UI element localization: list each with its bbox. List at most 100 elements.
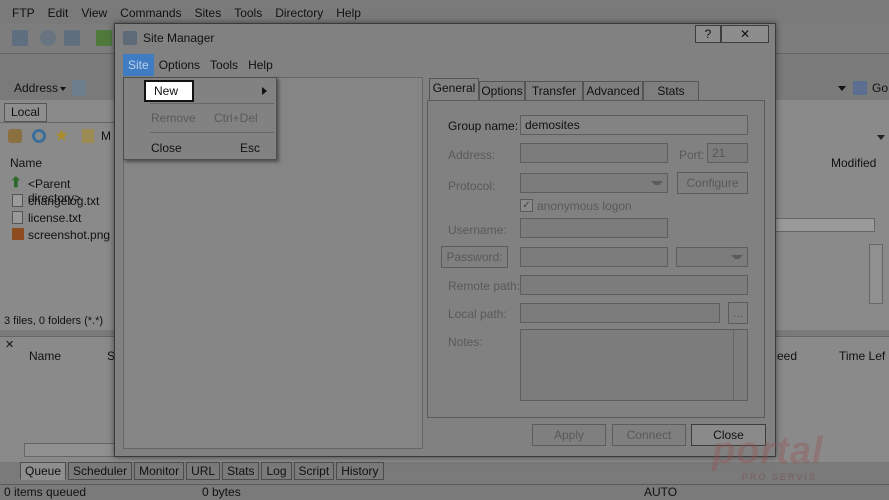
username-input[interactable] (520, 218, 668, 238)
close-window-button[interactable]: ✕ (721, 25, 769, 43)
menu-directory[interactable]: Directory (269, 3, 330, 23)
menu-item-remove[interactable]: Remove Ctrl+Del (126, 106, 274, 130)
local-path-input[interactable] (520, 303, 720, 323)
menu-help[interactable]: Help (330, 3, 368, 23)
watermark-text: portal (712, 430, 824, 472)
go-icon[interactable] (853, 81, 867, 95)
status-bar: 0 items queued 0 bytes AUTO (0, 484, 889, 500)
settings-icon[interactable] (40, 30, 56, 46)
connect-icon[interactable] (96, 30, 112, 46)
remote-combo-arrow-icon[interactable] (877, 135, 885, 140)
queue-column-name[interactable]: Name (29, 349, 61, 363)
submenu-arrow-icon (262, 87, 267, 95)
address-dropdown-icon[interactable] (60, 87, 66, 91)
tab-stats[interactable]: Stats (222, 462, 260, 480)
list-item[interactable]: changelog.txt (8, 192, 118, 209)
queue-close-icon[interactable]: ✕ (5, 338, 14, 351)
address-combo-arrow-icon[interactable] (838, 86, 846, 91)
folder-icon[interactable] (82, 129, 94, 143)
status-items-queued: 0 items queued (4, 485, 87, 499)
window-icon[interactable] (64, 30, 80, 46)
tab-options[interactable]: Options (479, 81, 525, 101)
menu-view[interactable]: View (75, 3, 114, 23)
connect-button[interactable]: Connect (612, 424, 686, 446)
tab-stats[interactable]: Stats (643, 81, 699, 101)
configure-button[interactable]: Configure (677, 172, 748, 194)
file-name: screenshot.png (28, 228, 111, 242)
address-label: Address: (448, 148, 496, 162)
tab-general[interactable]: General (429, 78, 479, 101)
protocol-select[interactable] (520, 173, 668, 193)
address-label[interactable]: Address (14, 81, 58, 95)
remote-vscrollbar[interactable] (869, 244, 883, 304)
menu-options[interactable]: Options (154, 54, 205, 76)
menu-item-close[interactable]: Close Esc (126, 136, 274, 160)
password-type-select[interactable] (676, 247, 748, 267)
menu-ftp[interactable]: FTP (0, 3, 42, 23)
notes-textarea[interactable] (520, 329, 748, 401)
tab-history[interactable]: History (336, 462, 384, 480)
menu-site[interactable]: Site (123, 54, 154, 76)
password-input[interactable] (520, 247, 668, 267)
apply-button[interactable]: Apply (532, 424, 606, 446)
text-file-icon (12, 211, 23, 224)
address-input[interactable] (520, 143, 668, 163)
remote-panel: Modified (775, 100, 889, 330)
group-name-input[interactable]: demosites (520, 115, 748, 135)
queue-column-time-left[interactable]: Time Lef (839, 349, 885, 363)
local-file-list: ⬆ <Parent directory> changelog.txt licen… (8, 174, 118, 243)
password-button[interactable]: Password: (441, 246, 508, 268)
site-manager-icon[interactable] (12, 30, 28, 46)
menu-help[interactable]: Help (243, 54, 278, 76)
chevron-down-icon (651, 181, 663, 185)
list-item[interactable]: ⬆ <Parent directory> (8, 174, 118, 205)
notes-label: Notes: (448, 335, 483, 349)
notes-scrollbar[interactable] (733, 330, 747, 400)
list-item[interactable]: license.txt (8, 209, 118, 226)
tab-script[interactable]: Script (293, 462, 335, 480)
tab-queue[interactable]: Queue (20, 462, 67, 480)
remote-column-modified[interactable]: Modified (831, 156, 876, 170)
group-name-value: demosites (525, 118, 580, 132)
local-path-short[interactable]: M (101, 129, 111, 143)
username-label: Username: (448, 223, 507, 237)
menu-sites[interactable]: Sites (189, 3, 229, 23)
menu-item-new[interactable]: New (144, 80, 194, 102)
status-bytes: 0 bytes (202, 485, 241, 499)
port-input[interactable]: 21 (707, 143, 748, 163)
local-path-label: Local path: (448, 307, 507, 321)
tab-advanced[interactable]: Advanced (583, 81, 643, 101)
remote-hscrollbar[interactable] (775, 218, 875, 232)
site-manager-icon (123, 31, 137, 45)
menu-edit[interactable]: Edit (42, 3, 76, 23)
tab-scheduler[interactable]: Scheduler (68, 462, 133, 480)
up-folder-icon[interactable] (8, 129, 22, 143)
menu-tools[interactable]: Tools (228, 3, 269, 23)
menu-commands[interactable]: Commands (114, 3, 188, 23)
menu-tools[interactable]: Tools (205, 54, 243, 76)
local-column-name[interactable]: Name (10, 156, 42, 170)
queue-column-speed[interactable]: eed (777, 349, 797, 363)
queue-hscrollbar[interactable] (24, 443, 119, 457)
local-panel: Local ★ M Name ⬆ <Parent directory> chan… (0, 100, 115, 330)
tab-log[interactable]: Log (261, 462, 292, 480)
tab-transfer[interactable]: Transfer (525, 81, 583, 101)
tab-url[interactable]: URL (186, 462, 221, 480)
go-label[interactable]: Go (872, 81, 888, 95)
local-tab[interactable]: Local (4, 103, 47, 122)
close-icon: ✕ (739, 27, 751, 41)
port-value: 21 (712, 146, 726, 160)
browse-button[interactable]: ... (728, 302, 748, 324)
remote-path-input[interactable] (520, 275, 748, 295)
file-name: changelog.txt (28, 194, 100, 208)
menu-item-label: Remove (151, 111, 196, 125)
favorites-star-icon[interactable]: ★ (54, 126, 69, 146)
refresh-icon[interactable] (32, 129, 46, 143)
tab-monitor[interactable]: Monitor (134, 462, 185, 480)
anonymous-checkbox[interactable]: ✓ (520, 199, 533, 212)
address-history-icon[interactable] (72, 80, 86, 96)
list-item[interactable]: screenshot.png (8, 226, 118, 243)
menu-separator (150, 103, 274, 104)
image-file-icon (12, 228, 24, 240)
help-button[interactable]: ? (695, 25, 721, 43)
